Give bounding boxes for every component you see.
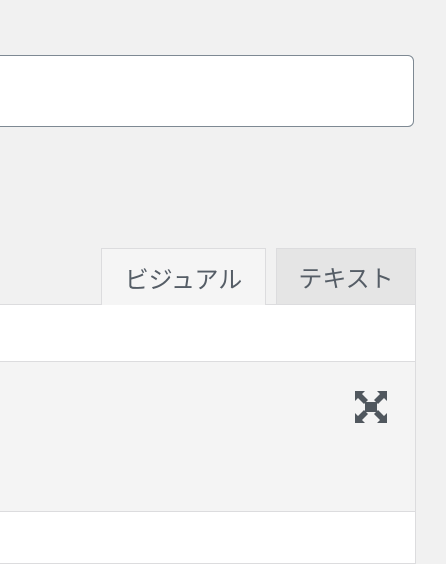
- editor-container: [0, 304, 416, 564]
- post-title-input[interactable]: [0, 55, 414, 127]
- tab-text-label: テキスト: [298, 265, 394, 293]
- editor-toolbar-top: [0, 305, 415, 362]
- editor-toolbar: [0, 362, 415, 512]
- fullscreen-button[interactable]: [351, 387, 391, 427]
- tab-visual[interactable]: ビジュアル: [101, 248, 266, 305]
- expand-icon: [355, 391, 387, 423]
- editor-content-area[interactable]: [0, 512, 415, 563]
- tab-visual-label: ビジュアル: [124, 265, 243, 294]
- tab-text[interactable]: テキスト: [276, 248, 416, 305]
